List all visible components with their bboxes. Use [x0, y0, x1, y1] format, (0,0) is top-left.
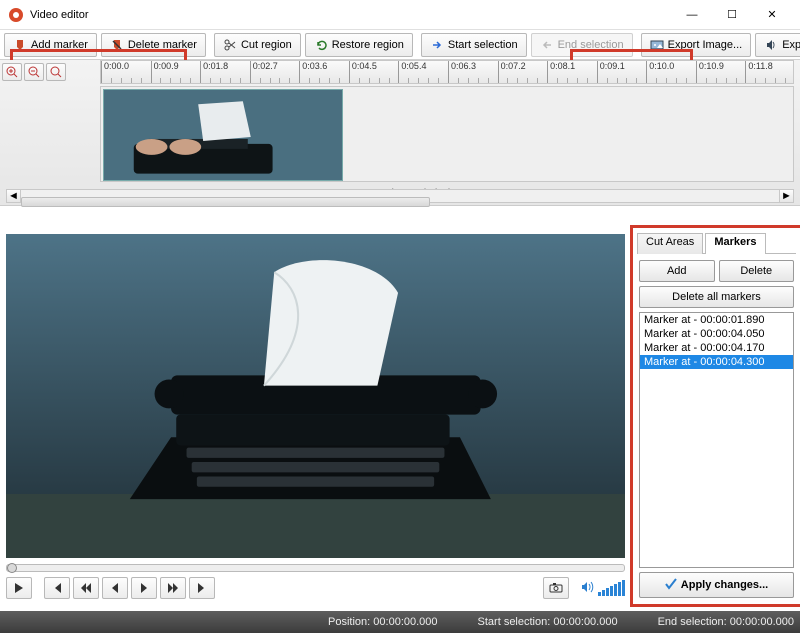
marker-list[interactable]: Marker at - 00:00:01.890Marker at - 00:0…: [639, 312, 794, 568]
start-selection-button[interactable]: Start selection: [421, 33, 527, 57]
close-button[interactable]: ✕: [752, 1, 792, 29]
restore-region-button[interactable]: Restore region: [305, 33, 413, 57]
status-position-value: 00:00:00.000: [373, 616, 437, 628]
tab-markers[interactable]: Markers: [705, 233, 765, 254]
marker-item[interactable]: Marker at - 00:00:04.300: [640, 355, 793, 369]
marker-delete-icon: [110, 38, 124, 52]
ruler-tick: 0:06.3: [448, 61, 476, 83]
undo-icon: [314, 38, 328, 52]
ruler-tick: 0:00.0: [101, 61, 129, 83]
ruler-tick: 0:01.8: [200, 61, 228, 83]
zoom-tool-button[interactable]: [46, 63, 66, 81]
ruler-tick: 0:11.8: [745, 61, 772, 83]
first-frame-button[interactable]: [44, 577, 70, 599]
status-bar: Position: 00:00:00.000 Start selection: …: [0, 611, 800, 633]
rewind-button[interactable]: [73, 577, 99, 599]
ruler-tick: 0:10.0: [646, 61, 674, 83]
status-end-label: End selection:: [658, 616, 727, 628]
marker-item[interactable]: Marker at - 00:00:01.890: [640, 313, 793, 327]
preview-pane: [0, 228, 632, 604]
check-icon: [665, 578, 677, 593]
status-end-value: 00:00:00.000: [730, 616, 794, 628]
marker-add-icon: [13, 38, 27, 52]
export-audio-button[interactable]: Export Audio...: [755, 33, 800, 57]
fast-forward-button[interactable]: [160, 577, 186, 599]
ruler-tick: 0:08.1: [547, 61, 575, 83]
scroll-right-button[interactable]: ►: [779, 190, 793, 202]
last-frame-button[interactable]: [189, 577, 215, 599]
status-position-label: Position:: [328, 616, 370, 628]
playback-controls: [0, 572, 631, 604]
window-title: Video editor: [30, 9, 672, 21]
zoom-out-button[interactable]: [24, 63, 44, 81]
arrow-left-icon: [540, 38, 554, 52]
export-image-icon: [650, 38, 664, 52]
add-marker-button[interactable]: Add marker: [4, 33, 97, 57]
ruler-tick: 0:09.1: [597, 61, 625, 83]
seek-knob[interactable]: [7, 563, 17, 573]
timeline: 0:00.0 0:00.9 0:01.8 0:02.7 0:03.6 0:04.5 0:05…: [0, 60, 800, 206]
ruler-tick: 0:04.5: [349, 61, 377, 83]
ruler-tick: 0:02.7: [250, 61, 278, 83]
ruler-tick: 0:03.6: [299, 61, 327, 83]
timeline-clip[interactable]: [103, 89, 343, 181]
marker-item[interactable]: Marker at - 00:00:04.170: [640, 341, 793, 355]
timeline-ruler[interactable]: 0:00.0 0:00.9 0:01.8 0:02.7 0:03.6 0:04.5 0:05…: [100, 60, 794, 84]
apply-changes-button[interactable]: Apply changes...: [639, 572, 794, 598]
snapshot-button[interactable]: [543, 577, 569, 599]
side-panel: Cut Areas Markers Add Delete Delete all …: [632, 228, 800, 604]
ruler-tick: 0:05.4: [398, 61, 426, 83]
preview-video[interactable]: [6, 234, 625, 558]
timeline-scrollbar[interactable]: ◄ ►: [6, 189, 794, 203]
export-image-button[interactable]: Export Image...: [641, 33, 752, 57]
step-back-button[interactable]: [102, 577, 128, 599]
zoom-in-button[interactable]: [2, 63, 22, 81]
ruler-tick: 0:07.2: [498, 61, 526, 83]
minimize-button[interactable]: —: [672, 1, 712, 29]
status-start-label: Start selection:: [478, 616, 551, 628]
arrow-right-icon: [430, 38, 444, 52]
volume-level[interactable]: [598, 580, 625, 596]
seek-bar[interactable]: [6, 564, 625, 572]
ruler-tick: 0:00.9: [151, 61, 179, 83]
scissors-icon: [223, 38, 237, 52]
scroll-thumb[interactable]: [21, 197, 430, 207]
delete-marker-button[interactable]: Delete marker: [101, 33, 206, 57]
status-start-value: 00:00:00.000: [553, 616, 617, 628]
marker-add-button[interactable]: Add: [639, 260, 715, 282]
scroll-left-button[interactable]: ◄: [7, 190, 21, 202]
timeline-track[interactable]: [100, 86, 794, 182]
ruler-tick: 0:10.9: [696, 61, 724, 83]
titlebar: Video editor — ☐ ✕: [0, 0, 800, 30]
step-forward-button[interactable]: [131, 577, 157, 599]
marker-delete-button[interactable]: Delete: [719, 260, 795, 282]
export-audio-icon: [764, 38, 778, 52]
tab-cut-areas[interactable]: Cut Areas: [637, 233, 703, 254]
end-selection-button: End selection: [531, 33, 633, 57]
volume-icon[interactable]: [581, 581, 595, 596]
delete-all-markers-button[interactable]: Delete all markers: [639, 286, 794, 308]
toolbar: Add marker Delete marker Cut region Rest…: [0, 30, 800, 60]
cut-region-button[interactable]: Cut region: [214, 33, 301, 57]
marker-item[interactable]: Marker at - 00:00:04.050: [640, 327, 793, 341]
app-icon: [8, 7, 24, 23]
play-button[interactable]: [6, 577, 32, 599]
maximize-button[interactable]: ☐: [712, 1, 752, 29]
